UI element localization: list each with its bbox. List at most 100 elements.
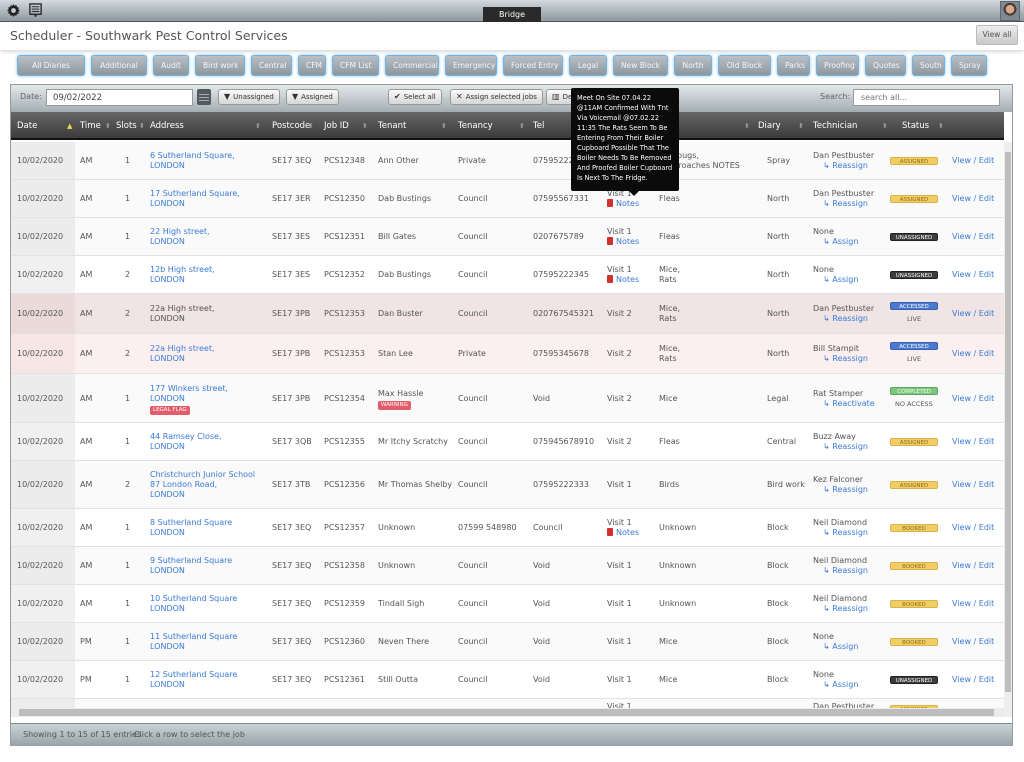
technician-action-label[interactable]: Reassign: [832, 528, 868, 537]
technician-action-label[interactable]: Reassign: [832, 354, 868, 363]
vertical-scroll-thumb[interactable]: [1005, 152, 1011, 692]
address-link[interactable]: LONDON: [150, 680, 185, 690]
address-link[interactable]: 12 Sutherland Square: [150, 670, 237, 680]
address-link[interactable]: 17 Sutherland Square,: [150, 189, 240, 199]
table-row[interactable]: 10/02/2020 PM 1 12 Sutherland Square LONDON S…: [11, 661, 1004, 699]
view-edit-link[interactable]: View / Edit: [952, 480, 994, 490]
sort-icon[interactable]: ⬍: [362, 112, 368, 140]
horizontal-scrollbar[interactable]: [11, 708, 1004, 717]
view-edit-link[interactable]: View / Edit: [952, 599, 994, 609]
technician-action-link[interactable]: ↳ Assign: [823, 237, 858, 247]
address-link[interactable]: 44 Ramsey Close,: [150, 432, 222, 442]
monitor-icon[interactable]: [27, 3, 43, 19]
diary-button-parks[interactable]: Parks: [777, 55, 810, 76]
address-link[interactable]: Christchurch Junior School: [150, 470, 255, 480]
column-header-job-id[interactable]: Job ID: [324, 112, 349, 140]
diary-button-commercial[interactable]: Commercial: [385, 55, 439, 76]
address-link[interactable]: LONDON: [150, 642, 185, 652]
address-link[interactable]: 6 Sutherland Square,: [150, 151, 235, 161]
view-edit-link[interactable]: View / Edit: [952, 394, 994, 404]
column-header-time[interactable]: Time: [80, 112, 101, 140]
view-edit-link[interactable]: View / Edit: [952, 309, 994, 319]
address-link[interactable]: LONDON: [150, 566, 185, 576]
table-row[interactable]: 10/02/2020 AM 1 10 Sutherland Square LONDON S…: [11, 585, 1004, 623]
table-row[interactable]: 10/02/2020 AM 1 44 Ramsey Close, LONDON SE17 …: [11, 423, 1004, 461]
address-link[interactable]: 12b High street,: [150, 265, 215, 275]
assigned-filter-button[interactable]: ▼ Assigned: [286, 89, 339, 105]
diary-button-spray[interactable]: Spray: [951, 55, 987, 76]
notes-link[interactable]: Notes: [607, 237, 639, 247]
technician-action-label[interactable]: Assign: [832, 642, 858, 651]
calendar-icon[interactable]: [197, 89, 211, 105]
technician-action-label[interactable]: Reassign: [832, 442, 868, 451]
notes-link[interactable]: Notes: [607, 199, 639, 209]
view-edit-link[interactable]: View / Edit: [952, 437, 994, 447]
address-link[interactable]: LONDON: [150, 237, 185, 247]
diary-button-additional[interactable]: Additional: [91, 55, 147, 76]
diary-button-audit[interactable]: Audit: [153, 55, 189, 76]
diary-button-all-diaries[interactable]: All Diaries: [17, 55, 85, 76]
notes-label[interactable]: Notes: [616, 199, 639, 208]
technician-action-link[interactable]: ↳ Reassign: [823, 314, 868, 324]
technician-action-label[interactable]: Reassign: [832, 199, 868, 208]
technician-action-label[interactable]: Reassign: [832, 161, 868, 170]
address-link[interactable]: LONDON: [150, 528, 185, 538]
column-header-tenant[interactable]: Tenant: [378, 112, 406, 140]
technician-action-label[interactable]: Reassign: [832, 604, 868, 613]
notes-label[interactable]: Notes: [616, 275, 639, 284]
table-row[interactable]: 10/02/2020 AM 1 9 Sutherland Square LONDON SE…: [11, 547, 1004, 585]
table-row[interactable]: 10/02/2020 AM 1 6 Sutherland Square, LONDON S…: [11, 142, 1004, 180]
horizontal-scroll-thumb[interactable]: [19, 709, 994, 716]
address-link[interactable]: 87 London Road,: [150, 480, 217, 490]
table-row[interactable]: 10/02/2020 PM 1 11 Sutherland Square LONDON S…: [11, 623, 1004, 661]
address-link[interactable]: LONDON: [150, 490, 185, 500]
technician-action-label[interactable]: Reactivate: [832, 399, 874, 408]
view-edit-link[interactable]: View / Edit: [952, 523, 994, 533]
select-all-button[interactable]: ✔ Select all: [388, 89, 442, 105]
sort-icon[interactable]: ⬍: [105, 112, 111, 140]
table-row[interactable]: 10/02/2020 AM 2 22a High street, LONDON SE17 …: [11, 294, 1004, 334]
sort-icon[interactable]: ⬍: [744, 112, 750, 140]
diary-button-new-block[interactable]: New Block: [613, 55, 668, 76]
assign-selected-jobs-button[interactable]: ✕ Assign selected jobs: [450, 89, 543, 105]
view-edit-link[interactable]: View / Edit: [952, 156, 994, 166]
technician-action-link[interactable]: ↳ Reactivate: [823, 399, 875, 409]
column-header-tenancy[interactable]: Tenancy: [458, 112, 493, 140]
view-edit-link[interactable]: View / Edit: [952, 349, 994, 359]
view-edit-link[interactable]: View / Edit: [952, 561, 994, 571]
technician-action-label[interactable]: Reassign: [832, 314, 868, 323]
technician-action-link[interactable]: ↳ Assign: [823, 680, 858, 690]
address-link[interactable]: LONDON: [150, 275, 185, 285]
sort-icon[interactable]: ⬍: [519, 112, 525, 140]
technician-action-link[interactable]: ↳ Reassign: [823, 485, 868, 495]
tab-bridge[interactable]: Bridge: [483, 7, 541, 22]
address-link[interactable]: 8 Sutherland Square: [150, 518, 232, 528]
sort-icon[interactable]: ⬍: [139, 112, 145, 140]
column-header-date[interactable]: Date: [17, 112, 37, 140]
table-row[interactable]: 10/02/2020 AM 1 177 Winkers street, LONDON LE…: [11, 374, 1004, 423]
sort-icon[interactable]: ⬍: [441, 112, 447, 140]
notes-link[interactable]: Notes: [607, 275, 639, 285]
user-avatar[interactable]: [1000, 1, 1020, 21]
technician-action-link[interactable]: ↳ Reassign: [823, 199, 868, 209]
address-link[interactable]: LONDON: [150, 161, 185, 171]
column-header-tel[interactable]: Tel: [533, 112, 544, 140]
sort-icon[interactable]: ⬍: [308, 112, 314, 140]
sort-icon[interactable]: ⬍: [938, 112, 944, 140]
address-link[interactable]: LONDON: [150, 354, 185, 364]
view-edit-link[interactable]: View / Edit: [952, 637, 994, 647]
column-header-postcode[interactable]: Postcode: [272, 112, 310, 140]
address-link[interactable]: 11 Sutherland Square: [150, 632, 237, 642]
sort-icon[interactable]: ⬍: [798, 112, 804, 140]
address-link[interactable]: LONDON: [150, 442, 185, 452]
diary-button-legal[interactable]: Legal: [569, 55, 607, 76]
column-header-address[interactable]: Address: [150, 112, 184, 140]
technician-action-link[interactable]: ↳ Reassign: [823, 566, 868, 576]
technician-action-label[interactable]: Reassign: [832, 566, 868, 575]
technician-action-link[interactable]: ↳ Reassign: [823, 528, 868, 538]
table-row[interactable]: 10/02/2020 AM 1 17 Sutherland Square, LONDON…: [11, 180, 1004, 218]
notes-link[interactable]: Notes: [607, 528, 639, 538]
address-link[interactable]: 22 High street,: [150, 227, 210, 237]
diary-button-proofing[interactable]: Proofing: [816, 55, 859, 76]
address-link[interactable]: 22a High street,: [150, 344, 215, 354]
